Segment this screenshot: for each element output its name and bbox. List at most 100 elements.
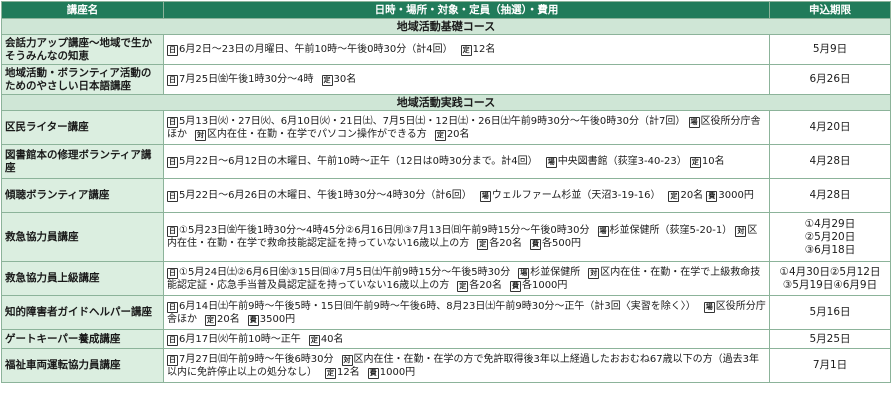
- course-date: ①5月24日㈯②6月6日㈮③15日㈰④7月5日㈯午前9時15分〜午後5時30分: [179, 266, 511, 278]
- course-name: 傾聴ボランティア講座: [1, 178, 164, 213]
- capacity-icon: 定: [457, 280, 469, 292]
- course-name: 福祉車両運転協力員講座: [1, 348, 164, 383]
- course-deadline: 5月16日: [769, 295, 891, 330]
- section-row-practice: 地域活動実践コース: [1, 94, 891, 111]
- course-details: 日 6月2日〜23日の月曜日、午前10時〜午後0時30分（計4回） 定 12名: [163, 34, 770, 65]
- place-icon: 場: [688, 116, 700, 128]
- course-deadline: 4月28日: [769, 144, 891, 179]
- course-place: 杉並保健所: [530, 266, 581, 278]
- course-deadline: 5月9日: [769, 34, 891, 65]
- course-name: ゲートキーパー養成講座: [1, 329, 164, 349]
- course-date: 6月2日〜23日の月曜日、午前10時〜午後0時30分（計4回）: [179, 44, 453, 55]
- course-date: 5月22日〜6月26日の木曜日、午後1時30分〜4時30分（計6回）: [179, 190, 472, 201]
- course-capacity: 20名: [680, 190, 704, 201]
- capacity-icon: 定: [308, 334, 320, 346]
- course-date: 5月22日〜6月12日の木曜日、午前10時〜正午（12日は0時30分まで。計4回…: [179, 156, 538, 167]
- course-date: ①5月23日㈮午後1時30分〜4時45分②6月16日㈪③7月13日㈰午前9時15…: [179, 225, 590, 236]
- header-deadline: 申込期限: [769, 1, 891, 19]
- course-capacity: 各20名: [489, 238, 522, 249]
- course-capacity: 30名: [333, 74, 357, 85]
- course-fee: 3000円: [718, 190, 754, 201]
- section-title: 地域活動基礎コース: [1, 18, 891, 35]
- capacity-icon: 定: [321, 75, 333, 86]
- course-capacity: 10名: [701, 156, 725, 167]
- header-row: 講座名 日時・場所・対象・定員（抽選）・費用 申込期限: [1, 1, 891, 19]
- date-icon: 日: [167, 267, 178, 279]
- course-date: 7月25日㈮午後1時30分〜4時: [179, 74, 314, 85]
- course-deadline: ①4月29日 ②5月20日 ③6月18日: [769, 212, 891, 262]
- table-row: 救急協力員上級講座 日 ①5月24日㈯②6月6日㈮③15日㈰④7月5日㈯午前9時1…: [1, 261, 891, 296]
- course-table: 講座名 日時・場所・対象・定員（抽選）・費用 申込期限 地域活動基礎コース 会話…: [1, 1, 891, 383]
- course-place: 中央図書館（荻窪3-40-23）: [557, 156, 687, 167]
- course-details: 日 7月27日㈰午前9時〜午後6時30分対区内在住・在勤・在学の方で免許取得後3年…: [163, 348, 770, 383]
- course-deadline: ①4月30日②5月12日 ③5月19日④6月9日: [769, 261, 891, 296]
- table-row: 知的障害者ガイドヘルパー講座 日 6月14日㈯午前9時〜午後5時・15日㈰午前9時…: [1, 295, 891, 330]
- capacity-icon: 定: [668, 191, 680, 202]
- capacity-icon: 定: [477, 239, 489, 250]
- header-course-name: 講座名: [1, 1, 164, 19]
- course-place: 杉並保健所（荻窪5-20-1）: [609, 225, 733, 236]
- course-date: 5月13日㈫・27日㈫、6月10日㈫・21日㈯、7月5日㈯・12日㈯・26日㈯午…: [179, 115, 686, 127]
- deadline-line: ②5月20日: [804, 230, 856, 243]
- table-row: 区民ライター講座 日 5月13日㈫・27日㈫、6月10日㈫・21日㈯、7月5日㈯・…: [1, 110, 891, 145]
- table-row: 福祉車両運転協力員講座 日 7月27日㈰午前9時〜午後6時30分対区内在住・在勤・…: [1, 348, 891, 383]
- place-icon: 場: [479, 191, 491, 202]
- course-details: 日 ①5月24日㈯②6月6日㈮③15日㈰④7月5日㈯午前9時15分〜午後5時30分…: [163, 261, 770, 296]
- table-row: 会話力アップ講座〜地域で生かそうみんなの知恵 日 6月2日〜23日の月曜日、午前1…: [1, 34, 891, 65]
- date-icon: 日: [167, 75, 178, 86]
- course-capacity: 40名: [320, 333, 344, 345]
- capacity-icon: 定: [205, 314, 216, 326]
- course-name: 地域活動・ボランティア活動のためのやさしい日本語講座: [1, 64, 164, 95]
- fee-icon: 費: [509, 280, 521, 292]
- course-name: 区民ライター講座: [1, 110, 164, 145]
- course-deadline: 4月28日: [769, 178, 891, 213]
- date-icon: 日: [167, 334, 178, 346]
- course-fee: 3500円: [259, 313, 296, 325]
- deadline-line: ③6月18日: [804, 243, 856, 256]
- course-details: 日 7月25日㈮午後1時30分〜4時定 30名: [163, 64, 770, 95]
- date-icon: 日: [167, 191, 178, 202]
- date-icon: 日: [167, 157, 178, 168]
- deadline-line: ③5月19日④6月9日: [782, 278, 878, 291]
- course-fee: 各1000円: [521, 279, 568, 291]
- course-details: 日 5月22日〜6月12日の木曜日、午前10時〜正午（12日は0時30分まで。計4…: [163, 144, 770, 179]
- course-details: 日 6月14日㈯午前9時〜午後5時・15日㈰午前9時〜午後6時、8月23日㈯午前9…: [163, 295, 770, 330]
- course-fee: 各500円: [541, 238, 582, 249]
- course-name: 救急協力員講座: [1, 212, 164, 262]
- course-deadline: 4月20日: [769, 110, 891, 145]
- course-capacity: 各20名: [469, 279, 502, 291]
- course-name: 救急協力員上級講座: [1, 261, 164, 296]
- date-icon: 日: [167, 226, 178, 237]
- table-row: 傾聴ボランティア講座 日 5月22日〜6月26日の木曜日、午後1時30分〜4時30…: [1, 178, 891, 213]
- course-deadline: 7月1日: [769, 348, 891, 383]
- course-capacity: 20名: [217, 313, 240, 325]
- place-icon: 場: [703, 301, 715, 313]
- fee-icon: 費: [529, 239, 541, 250]
- fee-icon: 費: [367, 367, 379, 379]
- fee-icon: 費: [247, 314, 259, 326]
- course-capacity: 12名: [472, 44, 496, 55]
- target-icon: 対: [735, 226, 747, 237]
- date-icon: 日: [167, 301, 178, 313]
- date-icon: 日: [167, 354, 178, 366]
- section-row-basic: 地域活動基礎コース: [1, 18, 891, 35]
- target-icon: 対: [195, 129, 206, 141]
- course-details: 日 5月22日〜6月26日の木曜日、午後1時30分〜4時30分（計6回） 場ウェルフ…: [163, 178, 770, 213]
- table-row: 図書館本の修理ボランティア講座 日 5月22日〜6月12日の木曜日、午前10時〜正…: [1, 144, 891, 179]
- course-name: 会話力アップ講座〜地域で生かそうみんなの知恵: [1, 34, 164, 65]
- deadline-line: ①4月29日: [804, 217, 856, 230]
- course-name: 知的障害者ガイドヘルパー講座: [1, 295, 164, 330]
- place-icon: 場: [518, 267, 530, 279]
- capacity-icon: 定: [325, 367, 336, 379]
- header-details: 日時・場所・対象・定員（抽選）・費用: [163, 1, 770, 19]
- fee-icon: 費: [706, 191, 718, 202]
- table-row: 救急協力員講座 日 ①5月23日㈮午後1時30分〜4時45分②6月16日㈪③7月1…: [1, 212, 891, 262]
- section-title: 地域活動実践コース: [1, 94, 891, 111]
- course-fee: 1000円: [379, 366, 416, 378]
- deadline-line: ①4月30日②5月12日: [779, 265, 881, 278]
- place-icon: 場: [545, 157, 557, 168]
- target-icon: 対: [588, 267, 600, 279]
- course-target: 区内在住・在勤・在学でパソコン操作ができる方: [207, 128, 427, 140]
- capacity-icon: 定: [460, 45, 472, 56]
- course-capacity: 20名: [446, 128, 470, 140]
